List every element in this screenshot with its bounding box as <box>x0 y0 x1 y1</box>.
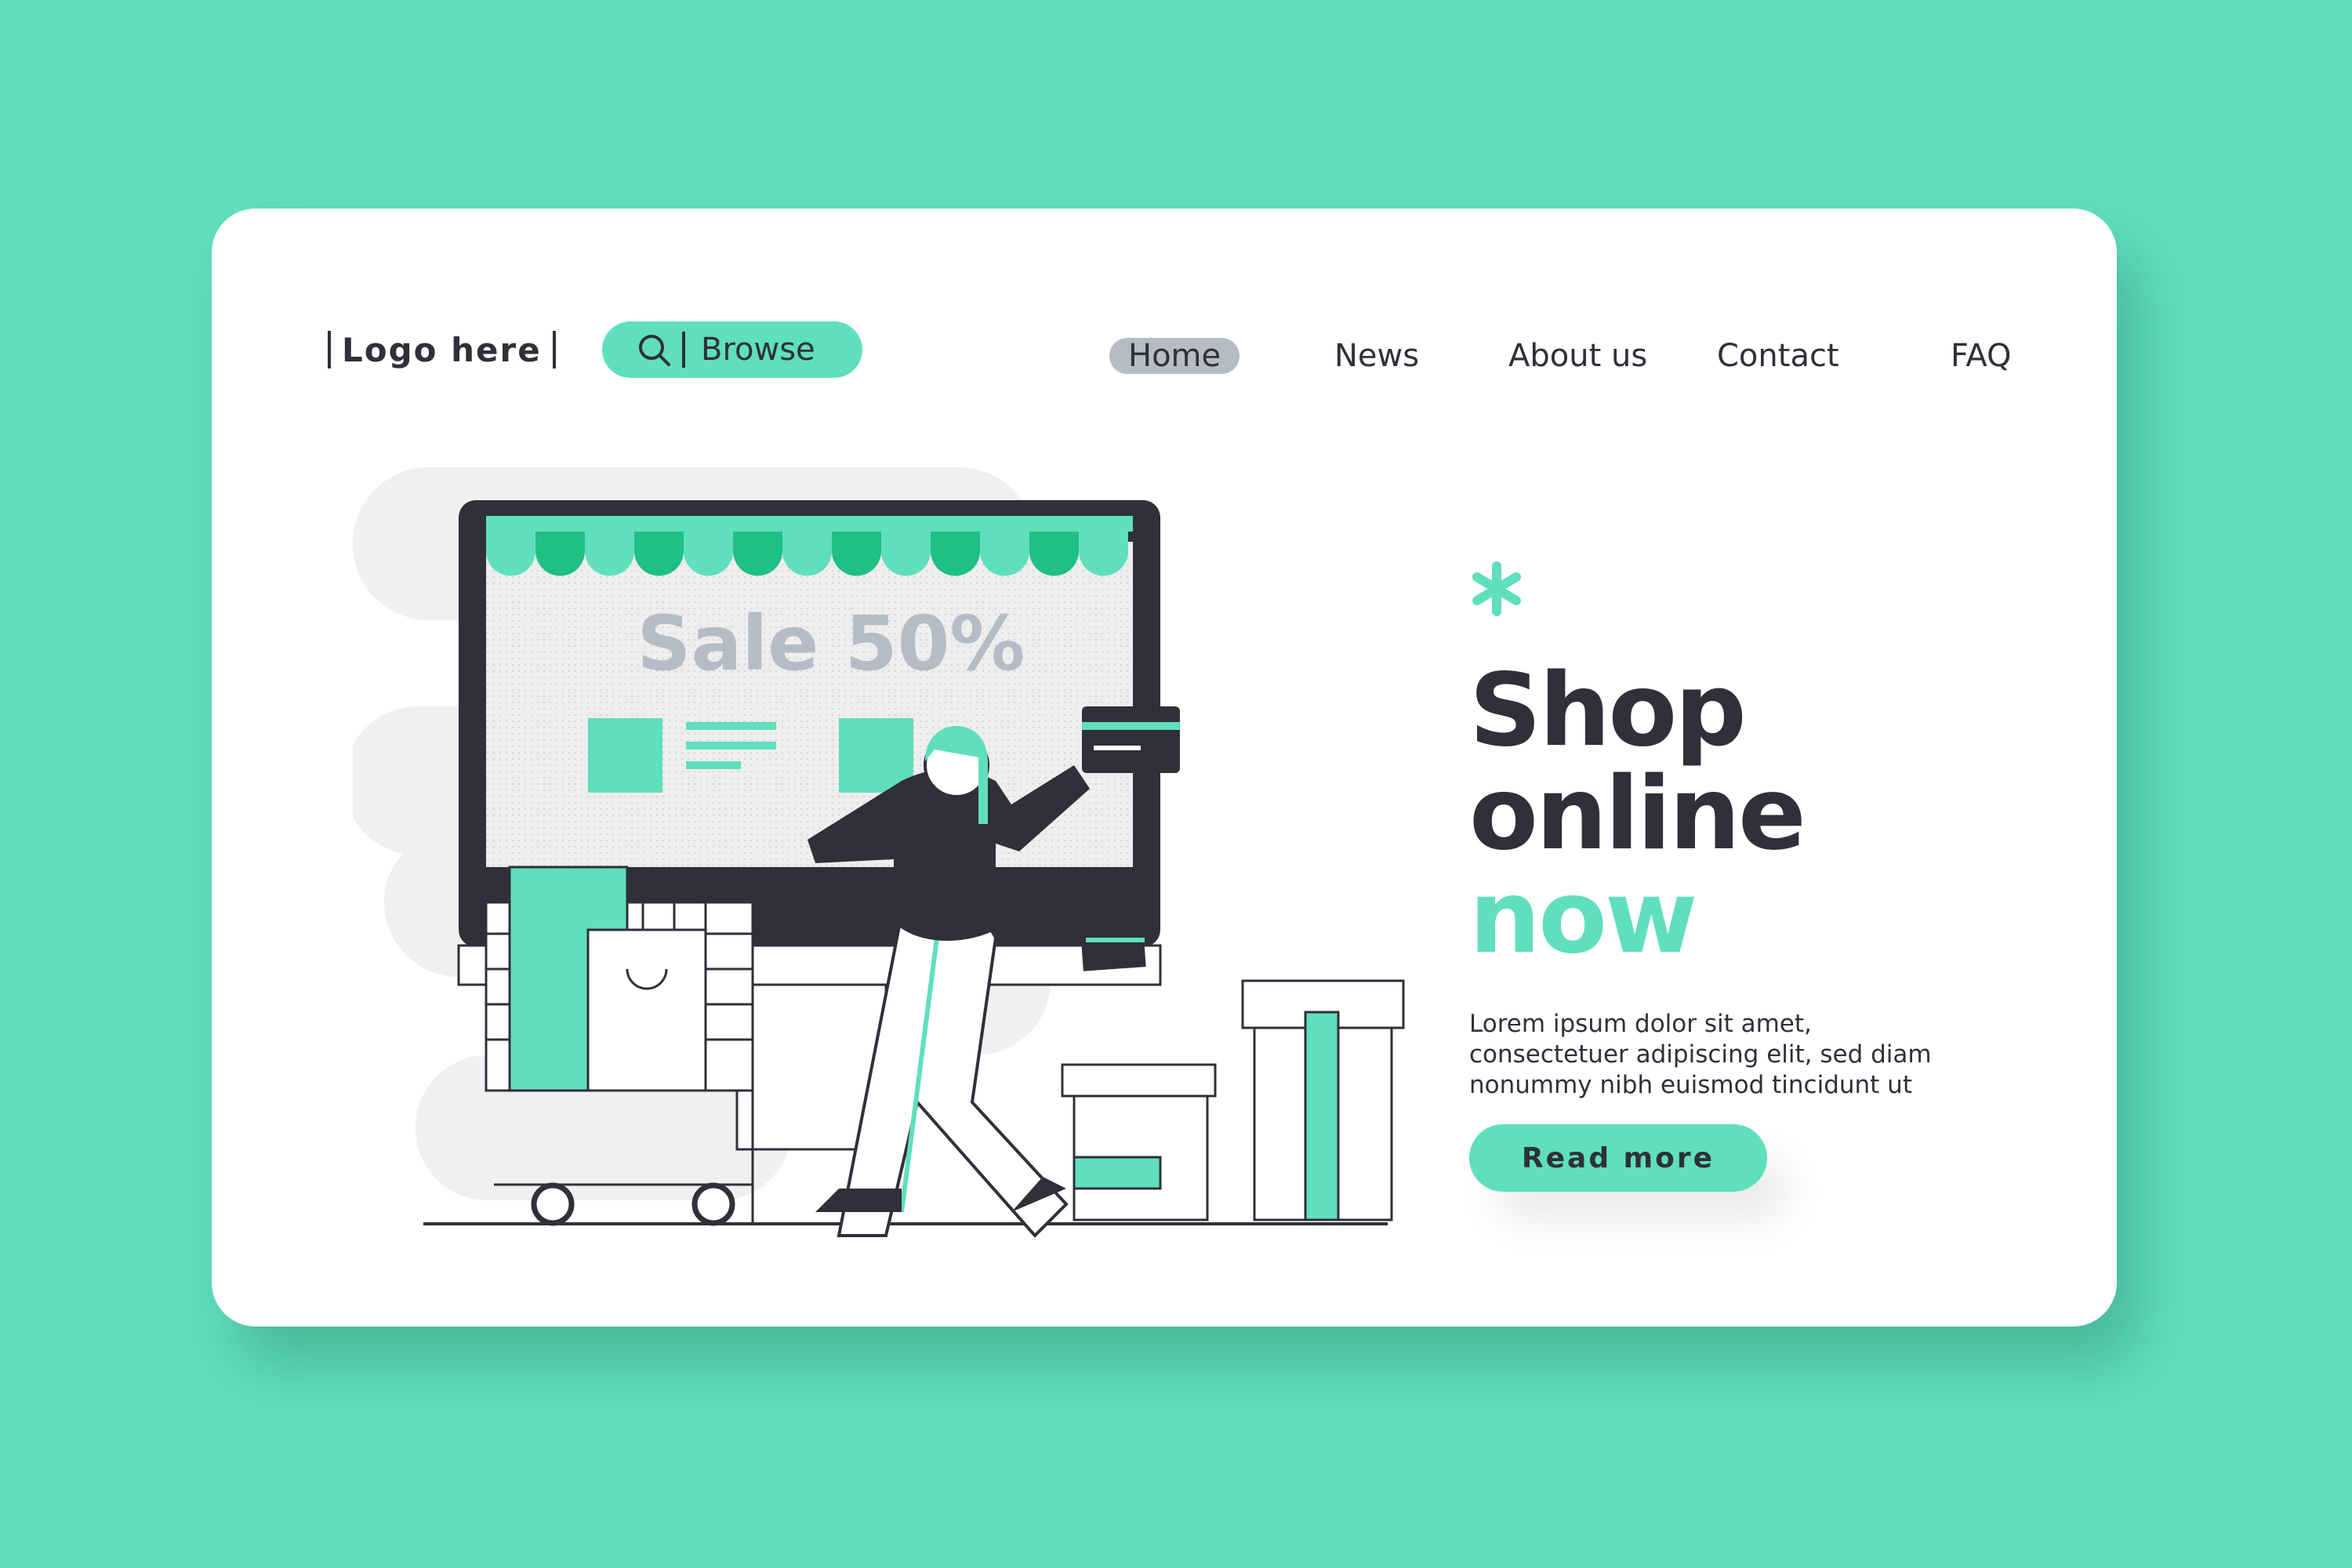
shopping-illustration: Sale 50% <box>353 467 1405 1238</box>
browse-divider <box>682 332 685 368</box>
hero-title-line2: online <box>1469 756 1806 873</box>
landing-card: Logo here Browse Home News About us Cont… <box>212 209 2117 1327</box>
credit-card <box>1082 706 1180 773</box>
nav-news[interactable]: News <box>1334 334 1419 378</box>
hero-description: Lorem ipsum dolor sit amet, consectetuer… <box>1469 1010 1932 1099</box>
read-more-button[interactable]: Read more <box>1469 1124 1767 1192</box>
gift-boxes <box>1061 979 1405 1221</box>
asterisk-icon <box>1472 561 1521 616</box>
hero-title-line3: now <box>1469 859 1697 976</box>
hero-title-line1: Shop <box>1469 652 1747 769</box>
nav-faq[interactable]: FAQ <box>1951 334 2011 378</box>
logo-text: Logo here <box>342 330 542 369</box>
logo[interactable]: Logo here <box>328 326 556 373</box>
hero-title: Shop online now <box>1469 659 2018 970</box>
sale-text: Sale 50% <box>637 600 1025 688</box>
nav-about-us[interactable]: About us <box>1508 334 1647 378</box>
search-icon <box>639 335 670 366</box>
logo-bar-right <box>552 331 556 368</box>
logo-bar-left <box>328 331 331 368</box>
nav-home[interactable]: Home <box>1109 338 1240 374</box>
browse-label: Browse <box>701 332 815 368</box>
browse-button[interactable]: Browse <box>602 321 862 378</box>
nav-contact[interactable]: Contact <box>1717 334 1839 378</box>
